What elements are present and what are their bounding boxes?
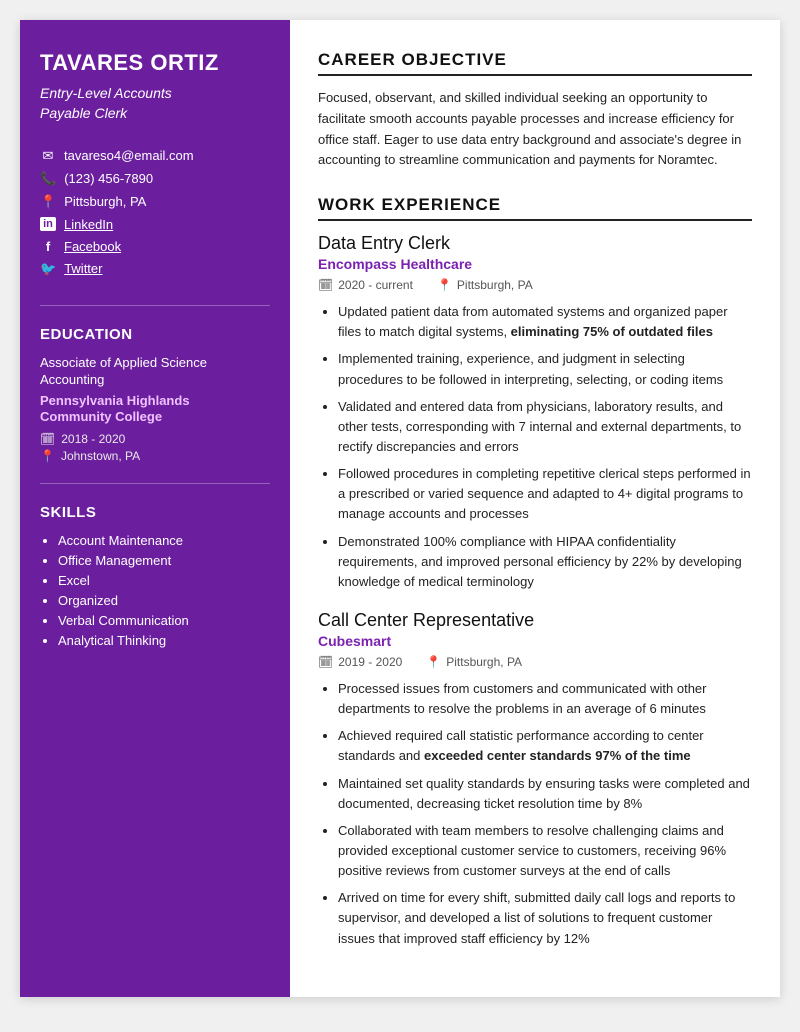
job-2: Call Center Representative Cubesmart 🗓 2… — [318, 610, 752, 949]
calendar-icon-j2: 🗓 — [318, 655, 333, 669]
bullet-item: Collaborated with team members to resolv… — [338, 821, 752, 881]
linkedin-icon: in — [40, 217, 56, 231]
location-icon-j2: 📍 — [426, 655, 441, 669]
skill-item: Verbal Communication — [58, 613, 270, 628]
main-content: CAREER OBJECTIVE Focused, observant, and… — [290, 20, 780, 997]
job-1-location: 📍 Pittsburgh, PA — [437, 278, 533, 292]
contact-linkedin[interactable]: in LinkedIn — [40, 217, 270, 232]
sidebar: TAVARES ORTIZ Entry-Level AccountsPayabl… — [20, 20, 290, 997]
job-1: Data Entry Clerk Encompass Healthcare 🗓 … — [318, 233, 752, 592]
calendar-icon: 🗓 — [40, 432, 55, 446]
edu-location: 📍 Johnstown, PA — [40, 449, 270, 463]
candidate-title: Entry-Level AccountsPayable Clerk — [40, 84, 270, 123]
objective-title: CAREER OBJECTIVE — [318, 50, 752, 76]
skills-section-title: SKILLS — [40, 504, 270, 521]
phone-icon: 📞 — [40, 171, 56, 187]
skills-list: Account Maintenance Office Management Ex… — [40, 533, 270, 648]
skill-item: Analytical Thinking — [58, 633, 270, 648]
bullet-item: Followed procedures in completing repeti… — [338, 464, 752, 524]
bullet-item: Implemented training, experience, and ju… — [338, 349, 752, 389]
skill-item: Account Maintenance — [58, 533, 270, 548]
job-2-bullets: Processed issues from customers and comm… — [318, 679, 752, 949]
skill-item: Excel — [58, 573, 270, 588]
bullet-item: Demonstrated 100% compliance with HIPAA … — [338, 532, 752, 592]
skill-item: Office Management — [58, 553, 270, 568]
job-2-company: Cubesmart — [318, 633, 752, 649]
contact-twitter[interactable]: 🐦 Twitter — [40, 261, 270, 277]
job-2-meta: 🗓 2019 - 2020 📍 Pittsburgh, PA — [318, 655, 752, 669]
education-section-title: EDUCATION — [40, 326, 270, 343]
candidate-name: TAVARES ORTIZ — [40, 50, 270, 76]
calendar-icon-j1: 🗓 — [318, 278, 333, 292]
twitter-icon: 🐦 — [40, 261, 56, 277]
edu-years: 🗓 2018 - 2020 — [40, 432, 270, 446]
objective-text: Focused, observant, and skilled individu… — [318, 88, 752, 171]
job-1-meta: 🗓 2020 - current 📍 Pittsburgh, PA — [318, 278, 752, 292]
contact-phone: 📞 (123) 456-7890 — [40, 171, 270, 187]
experience-title: WORK EXPERIENCE — [318, 195, 752, 221]
job-2-location: 📍 Pittsburgh, PA — [426, 655, 522, 669]
job-1-title: Data Entry Clerk — [318, 233, 752, 254]
job-1-bullets: Updated patient data from automated syst… — [318, 302, 752, 592]
sidebar-divider-1 — [40, 305, 270, 306]
bullet-item: Achieved required call statistic perform… — [338, 726, 752, 766]
location-icon-edu: 📍 — [40, 449, 55, 463]
bullet-item: Updated patient data from automated syst… — [338, 302, 752, 342]
bullet-item: Validated and entered data from physicia… — [338, 397, 752, 457]
job-1-years: 🗓 2020 - current — [318, 278, 413, 292]
edu-school: Pennsylvania HighlandsCommunity College — [40, 393, 270, 427]
job-2-years: 🗓 2019 - 2020 — [318, 655, 402, 669]
job-1-company: Encompass Healthcare — [318, 256, 752, 272]
edu-field: Accounting — [40, 372, 270, 387]
facebook-icon: f — [40, 239, 56, 254]
edu-degree: Associate of Applied Science — [40, 355, 270, 370]
location-icon-j1: 📍 — [437, 278, 452, 292]
contact-facebook[interactable]: f Facebook — [40, 239, 270, 254]
contact-location: 📍 Pittsburgh, PA — [40, 194, 270, 210]
skill-item: Organized — [58, 593, 270, 608]
bullet-item: Maintained set quality standards by ensu… — [338, 774, 752, 814]
sidebar-divider-2 — [40, 483, 270, 484]
contact-list: ✉ tavareso4@email.com 📞 (123) 456-7890 📍… — [40, 148, 270, 277]
job-2-title: Call Center Representative — [318, 610, 752, 631]
facebook-link[interactable]: Facebook — [64, 239, 121, 254]
email-icon: ✉ — [40, 148, 56, 164]
location-icon: 📍 — [40, 194, 56, 210]
bullet-item: Processed issues from customers and comm… — [338, 679, 752, 719]
contact-email: ✉ tavareso4@email.com — [40, 148, 270, 164]
twitter-link[interactable]: Twitter — [64, 261, 102, 276]
resume-container: TAVARES ORTIZ Entry-Level AccountsPayabl… — [20, 20, 780, 997]
linkedin-link[interactable]: LinkedIn — [64, 217, 113, 232]
bullet-item: Arrived on time for every shift, submitt… — [338, 888, 752, 948]
